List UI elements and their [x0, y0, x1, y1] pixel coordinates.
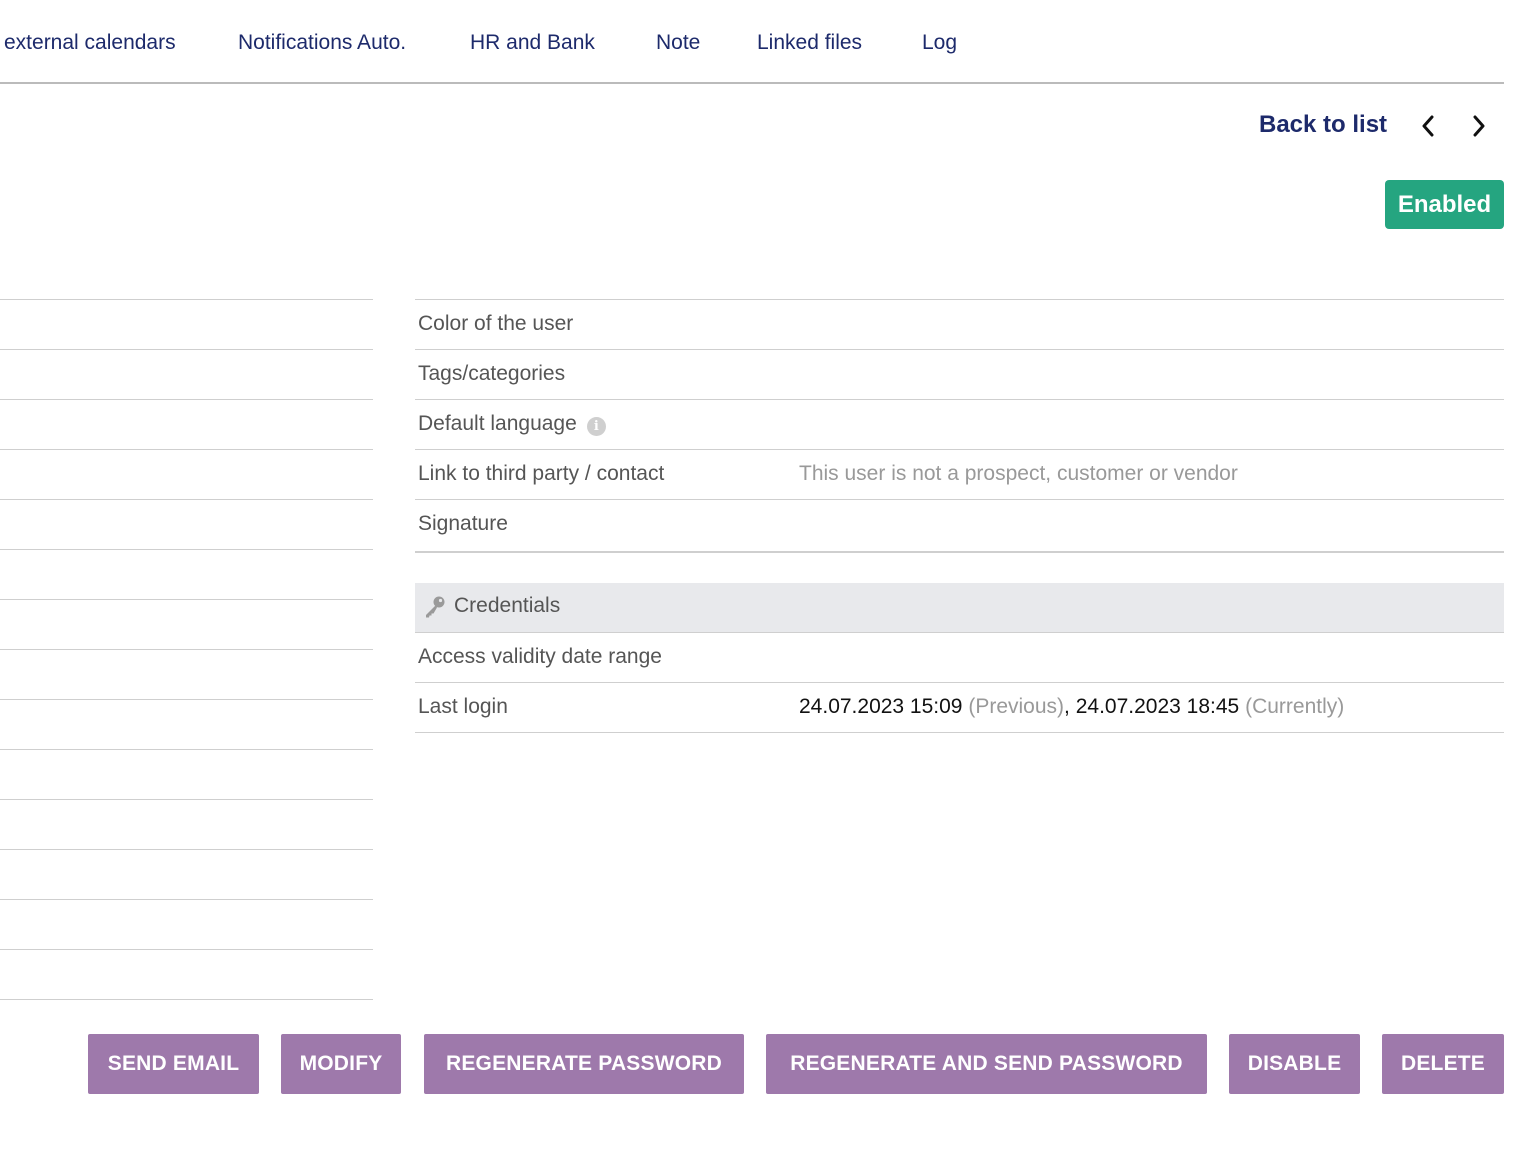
divider	[0, 649, 373, 650]
status-badge: Enabled	[1385, 180, 1504, 229]
field-row-last-login: Last login 24.07.2023 15:09 (Previous), …	[415, 682, 1504, 732]
field-label: Tags/categories	[418, 362, 566, 385]
field-label: Link to third party / contact	[418, 462, 665, 485]
divider	[0, 349, 373, 350]
login-separator: ,	[1064, 695, 1070, 718]
field-label: Last login	[418, 695, 508, 718]
credentials-title: Credentials	[454, 594, 561, 617]
last-login-value: 24.07.2023 15:09 (Previous), 24.07.2023 …	[799, 695, 1344, 719]
divider	[0, 449, 373, 450]
field-row-third-party: Link to third party / contact This user …	[415, 449, 1504, 499]
field-label: Signature	[418, 512, 508, 535]
divider	[0, 999, 373, 1000]
divider	[415, 732, 1504, 733]
disable-button[interactable]: DISABLE	[1229, 1034, 1360, 1094]
field-label: Default language i	[418, 412, 606, 436]
divider	[0, 949, 373, 950]
field-row-signature: Signature	[415, 499, 1504, 551]
divider	[0, 299, 373, 300]
tab-log[interactable]: Log	[922, 31, 957, 55]
field-row-access-validity: Access validity date range	[415, 632, 1504, 682]
current-login-date: 24.07.2023 18:45	[1075, 695, 1240, 718]
modify-button[interactable]: MODIFY	[281, 1034, 401, 1094]
tab-external-calendars[interactable]: external calendars	[4, 31, 176, 55]
divider	[0, 899, 373, 900]
tab-hr-and-bank[interactable]: HR and Bank	[470, 31, 595, 55]
divider	[0, 399, 373, 400]
send-email-button[interactable]: SEND EMAIL	[88, 1034, 259, 1094]
tab-note[interactable]: Note	[656, 31, 700, 55]
previous-login-note: (Previous)	[968, 695, 1065, 718]
divider	[0, 599, 373, 600]
divider	[415, 551, 1504, 553]
divider	[0, 499, 373, 500]
info-icon[interactable]: i	[586, 417, 606, 436]
field-label: Color of the user	[418, 312, 574, 335]
tab-linked-files[interactable]: Linked files	[757, 31, 862, 55]
regenerate-and-send-password-button[interactable]: REGENERATE AND SEND PASSWORD	[766, 1034, 1207, 1094]
divider	[0, 849, 373, 850]
field-label: Access validity date range	[418, 645, 662, 668]
user-fields-table: Color of the user Tags/categories Defaul…	[415, 299, 1504, 553]
tab-bar: external calendars Notifications Auto. H…	[0, 0, 1504, 84]
key-icon	[423, 595, 447, 624]
delete-button[interactable]: DELETE	[1382, 1034, 1504, 1094]
credentials-header: Credentials	[415, 583, 1504, 632]
field-row-tags: Tags/categories	[415, 349, 1504, 399]
regenerate-password-button[interactable]: REGENERATE PASSWORD	[424, 1034, 744, 1094]
third-party-value: This user is not a prospect, customer or…	[799, 462, 1238, 485]
field-row-color: Color of the user	[415, 299, 1504, 349]
current-login-note: (Currently)	[1245, 695, 1345, 718]
back-to-list-link[interactable]: Back to list	[1259, 111, 1387, 139]
field-row-default-language: Default language i	[415, 399, 1504, 449]
divider	[0, 799, 373, 800]
field-label-text: Default language	[418, 412, 577, 435]
divider	[0, 699, 373, 700]
chevron-left-icon[interactable]	[1416, 112, 1442, 140]
tab-notifications-auto[interactable]: Notifications Auto.	[238, 31, 406, 55]
previous-login-date: 24.07.2023 15:09	[799, 695, 963, 718]
divider	[0, 749, 373, 750]
divider	[0, 549, 373, 550]
chevron-right-icon[interactable]	[1466, 112, 1492, 140]
credentials-table: Access validity date range Last login 24…	[415, 632, 1504, 733]
